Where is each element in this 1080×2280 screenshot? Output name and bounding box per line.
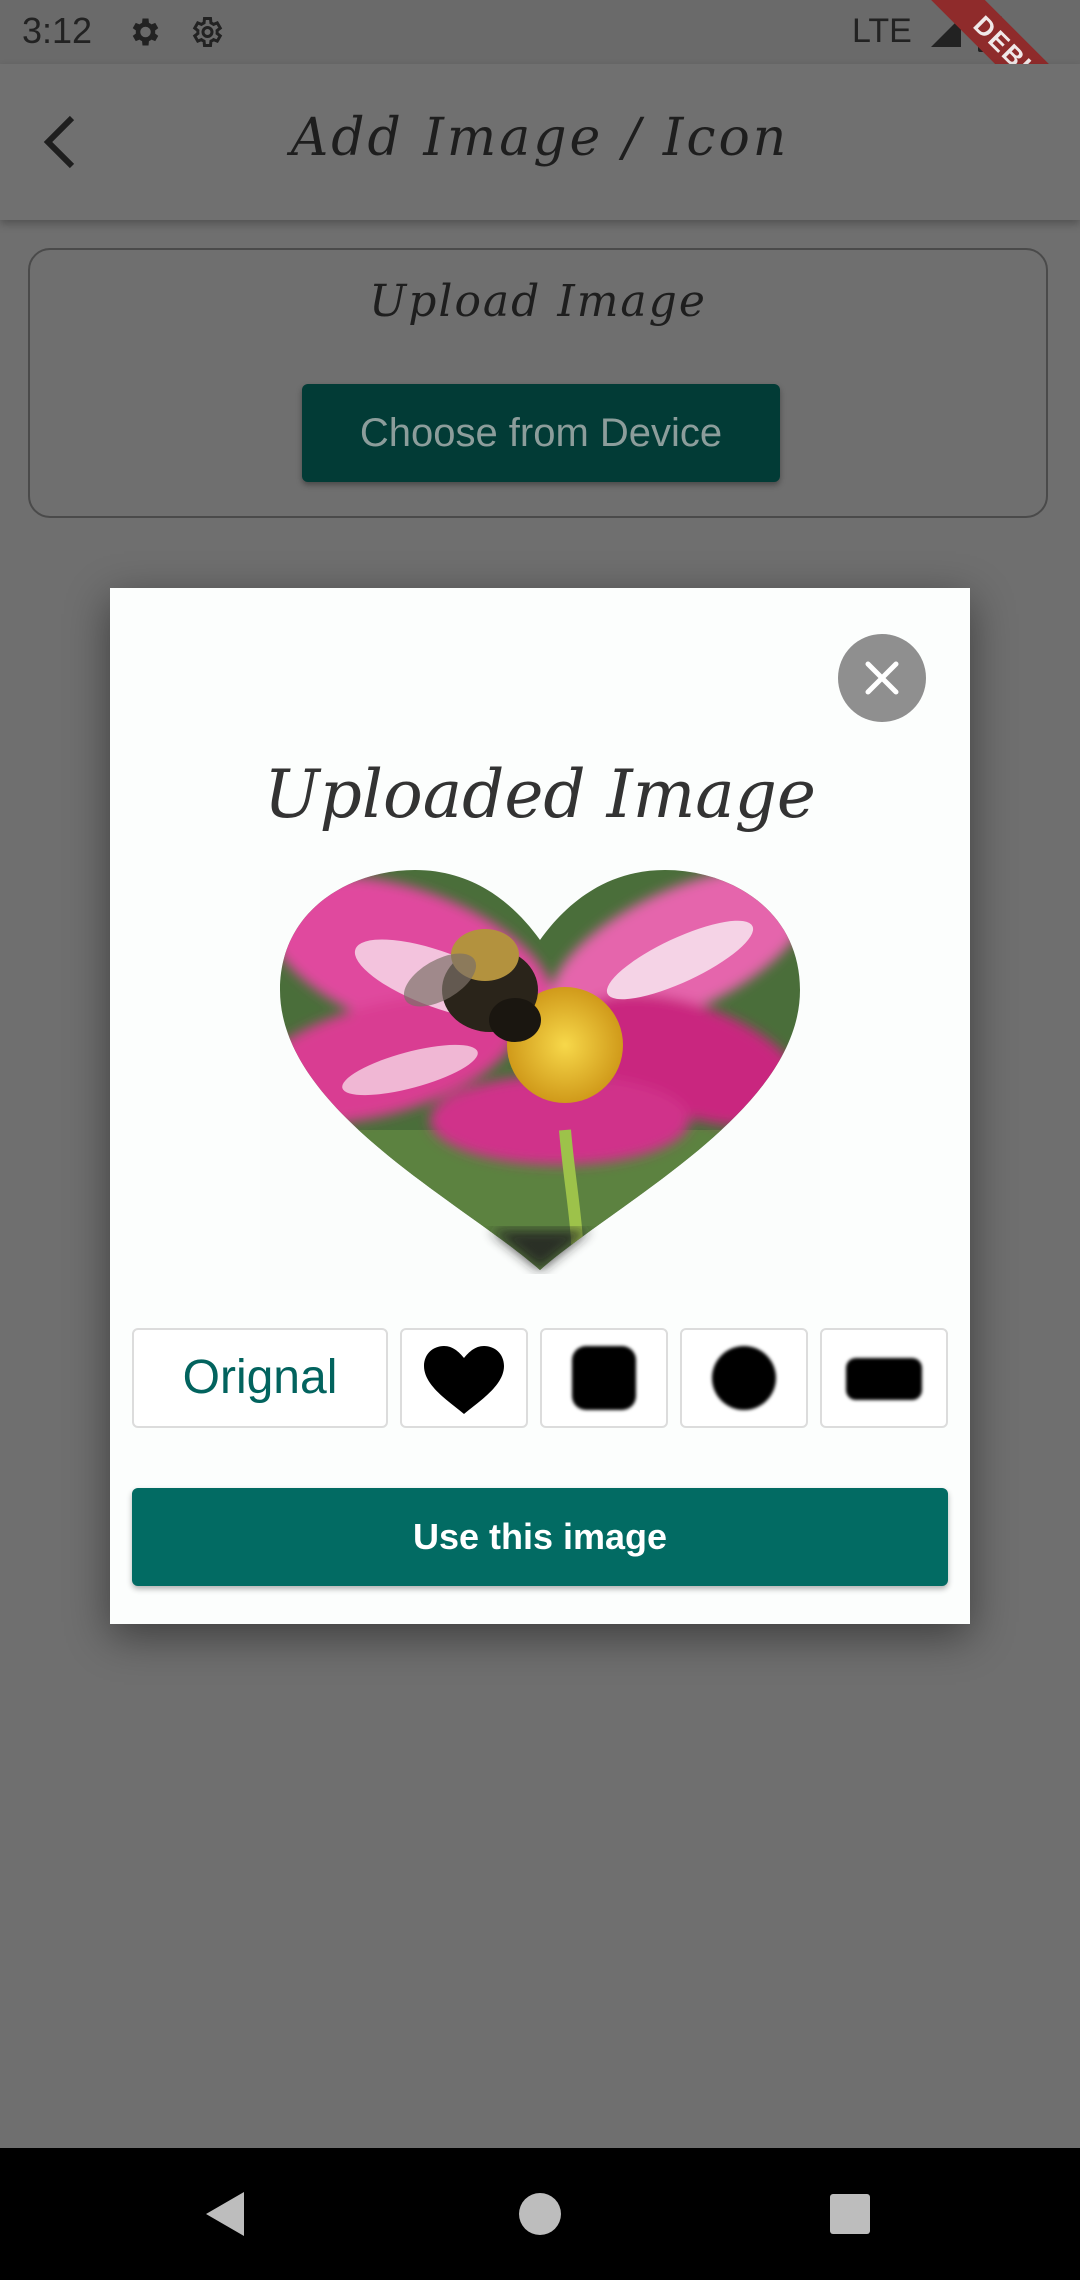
close-button[interactable] xyxy=(838,634,926,722)
status-time: 3:12 xyxy=(22,10,93,51)
back-triangle-icon[interactable] xyxy=(196,2184,256,2244)
shape-option-original[interactable]: Orignal xyxy=(132,1328,388,1428)
upload-card: Upload Image Choose from Device xyxy=(28,248,1048,518)
rounded-square-icon xyxy=(572,1346,636,1410)
gear-icon xyxy=(192,17,223,47)
network-label: LTE xyxy=(852,12,912,50)
uploaded-image-preview xyxy=(260,870,820,1290)
gear-icon xyxy=(132,18,159,46)
dialog-title: Uploaded Image xyxy=(264,756,816,833)
shape-selector: Orignal xyxy=(132,1328,948,1428)
choose-from-device-button[interactable]: Choose from Device xyxy=(302,384,780,482)
home-circle-icon[interactable] xyxy=(510,2184,570,2244)
uploaded-image-dialog: Uploaded Image Orignal Use this image xyxy=(110,588,970,1624)
system-nav-bar xyxy=(0,2148,1080,2280)
heart-icon xyxy=(424,1346,504,1414)
shape-option-rounded-rect[interactable] xyxy=(820,1328,948,1428)
page-title: Add Image / Icon xyxy=(290,108,790,168)
upload-card-title: Upload Image xyxy=(369,276,707,327)
recents-square-icon[interactable] xyxy=(820,2184,880,2244)
shape-option-circle[interactable] xyxy=(680,1328,808,1428)
status-bar: 3:12 LTE xyxy=(0,0,1080,64)
circle-icon xyxy=(712,1346,776,1410)
app-bar: Add Image / Icon xyxy=(0,64,1080,220)
rounded-rect-icon xyxy=(846,1358,922,1400)
close-icon xyxy=(865,661,899,695)
shape-option-heart[interactable] xyxy=(400,1328,528,1428)
use-this-image-button[interactable]: Use this image xyxy=(132,1488,948,1586)
shape-option-rounded-square[interactable] xyxy=(540,1328,668,1428)
